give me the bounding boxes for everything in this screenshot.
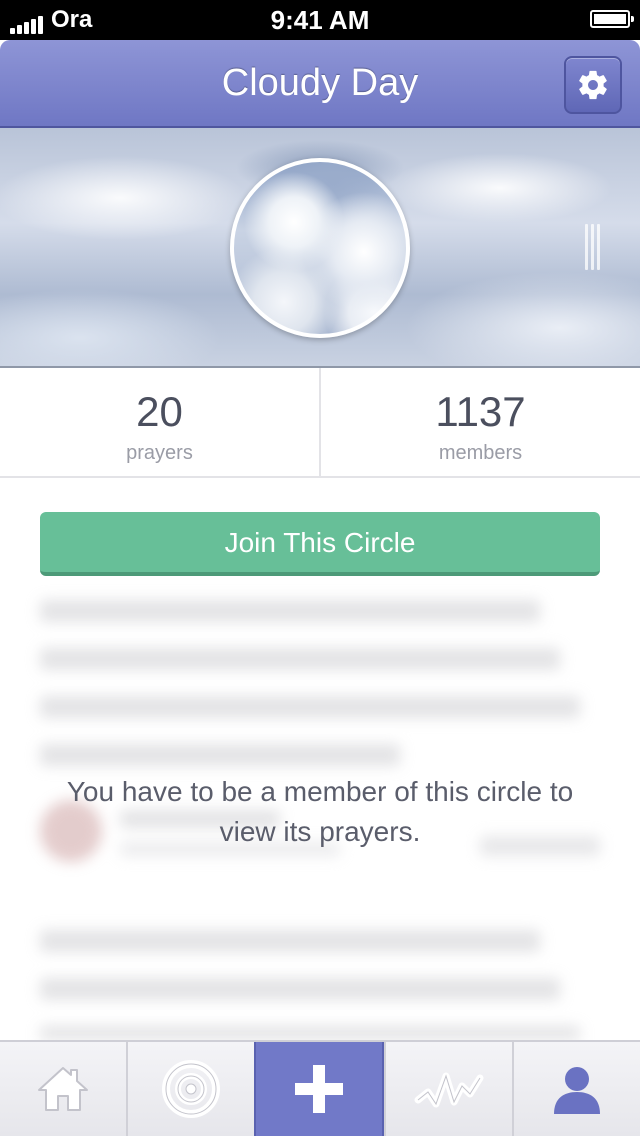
gear-icon — [579, 70, 607, 100]
stat-label: members — [438, 442, 523, 464]
circle-cover-image — [0, 128, 640, 368]
settings-button[interactable] — [564, 56, 622, 114]
home-icon — [38, 1067, 88, 1111]
tab-activity[interactable] — [384, 1042, 512, 1136]
tab-bar — [0, 1040, 640, 1136]
stat-label: prayers — [126, 442, 193, 464]
activity-icon — [414, 1072, 484, 1108]
tab-add-prayer[interactable] — [254, 1042, 384, 1136]
battery-icon — [590, 10, 634, 28]
circle-avatar — [230, 158, 410, 338]
circle-stats: 20 prayers 1137 members — [0, 368, 640, 478]
tab-home[interactable] — [0, 1042, 126, 1136]
tab-profile[interactable] — [512, 1042, 640, 1136]
page-title: Cloudy Day — [221, 62, 419, 104]
navigation-bar: Cloudy Day — [0, 40, 640, 128]
stat-members[interactable]: 1137 members — [319, 368, 640, 476]
stat-prayers[interactable]: 20 prayers — [0, 368, 319, 476]
status-time: 9:41 AM — [270, 5, 370, 35]
tab-circles[interactable] — [126, 1042, 254, 1136]
status-bar: Ora 9:41 AM — [0, 0, 640, 40]
stat-value: 20 — [136, 388, 183, 435]
plus-icon — [295, 1065, 343, 1113]
target-icon — [162, 1060, 220, 1118]
scroll-handle[interactable] — [585, 224, 600, 270]
join-circle-button[interactable]: Join This Circle — [40, 512, 600, 576]
stat-value: 1137 — [435, 388, 526, 435]
profile-icon — [554, 1067, 600, 1114]
members-only-message: You have to be a member of this circle t… — [66, 776, 574, 847]
